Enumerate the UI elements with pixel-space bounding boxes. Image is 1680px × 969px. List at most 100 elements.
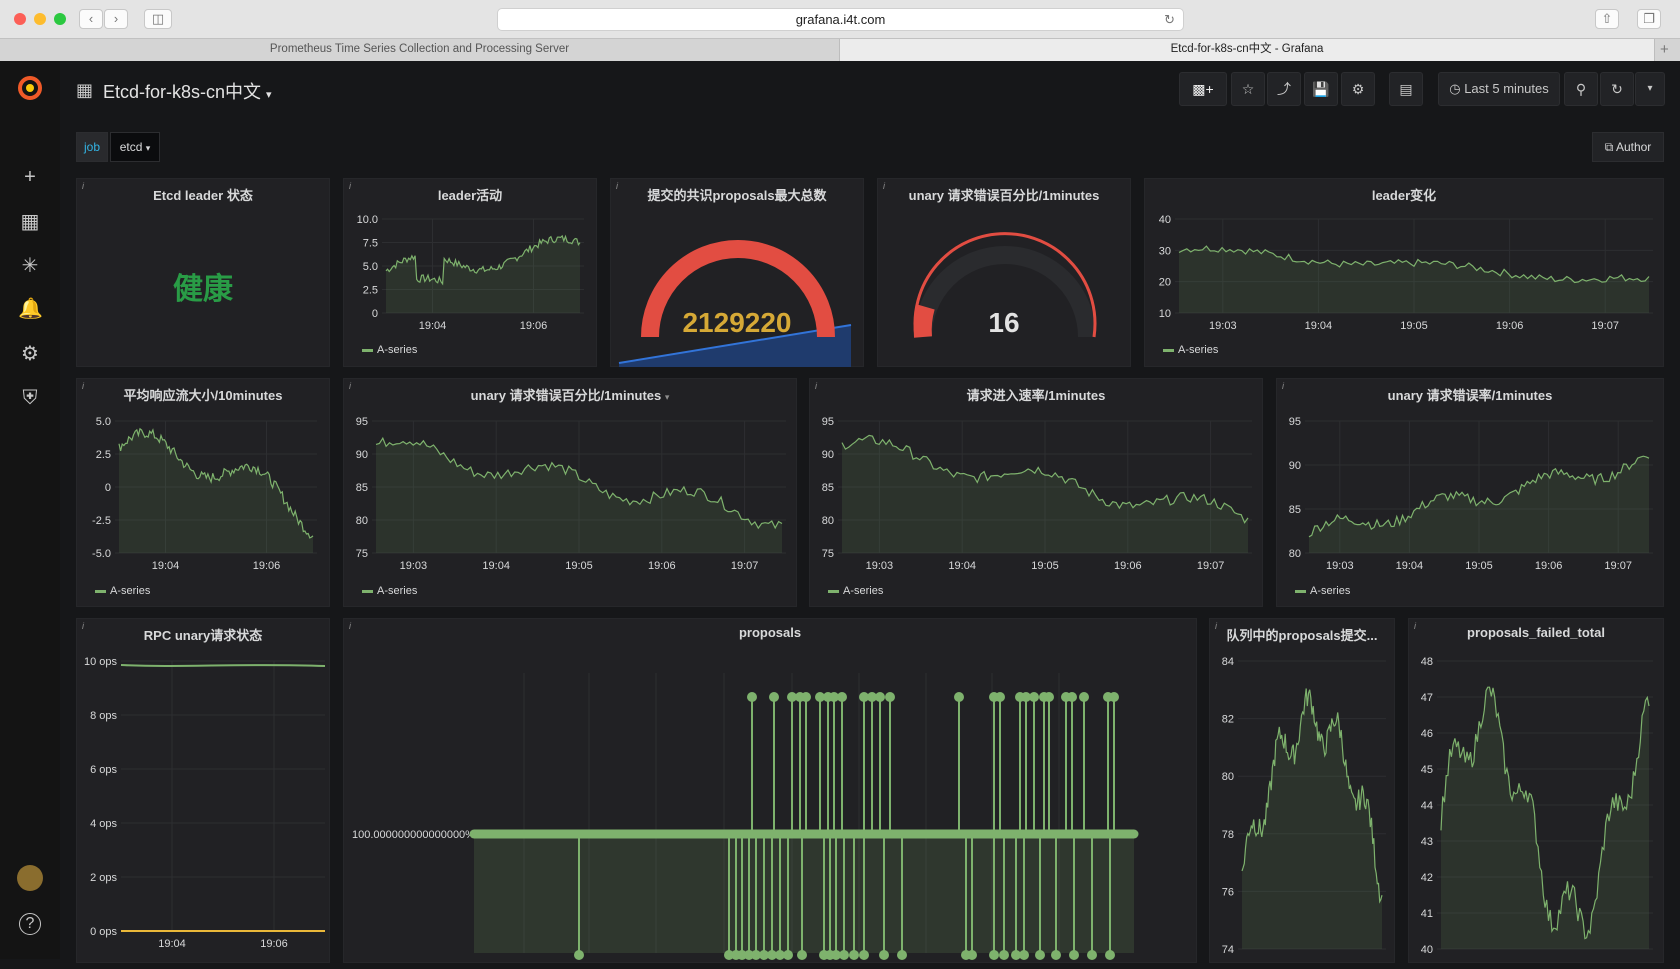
request-in-rate-chart: 95 90 85 80 75 19:03 19:04 19:05 19:06 19:07	[822, 416, 1252, 572]
data-point	[769, 692, 779, 702]
settings-gear-icon[interactable]: ⚙	[1341, 72, 1375, 106]
y-tick-label: 5.0	[363, 261, 378, 273]
panel-title: 请求进入速率/1minutes	[966, 388, 1106, 403]
panel-title: 队列中的proposals提交...	[1226, 628, 1378, 643]
tab-grafana[interactable]: Etcd-for-k8s-cn中文 - Grafana	[840, 39, 1655, 61]
series-line	[120, 664, 326, 667]
x-tick-label: 19:03	[400, 560, 428, 572]
panel-title: RPC unary请求状态	[143, 628, 263, 643]
x-tick-label: 19:06	[253, 560, 281, 572]
x-tick-label: 19:07	[1197, 560, 1225, 572]
x-tick-label: 19:05	[1465, 560, 1493, 572]
panel-unary-error-pct[interactable]: i unary 请求错误百分比/1minutes ▾ 95 90 85 80 75 19:…	[343, 378, 797, 607]
legend-item[interactable]: A-series	[828, 585, 883, 597]
panel-leader-status[interactable]: i Etcd leader 状态 健康	[76, 178, 330, 367]
data-point	[1029, 692, 1039, 702]
dashboard-title[interactable]: Etcd-for-k8s-cn中文 ▾	[103, 78, 272, 104]
tab-prometheus[interactable]: Prometheus Time Series Collection and Pr…	[0, 39, 840, 61]
x-tick-label: 19:03	[866, 560, 894, 572]
y-tick-label: 75	[356, 548, 368, 560]
legend-item[interactable]: A-series	[362, 585, 417, 597]
dashboards-icon[interactable]: ▦	[18, 210, 42, 234]
y-tick-label: 10.0	[357, 214, 378, 226]
y-tick-label: 90	[356, 449, 368, 461]
y-tick-label: 40	[1159, 214, 1171, 226]
gauge-value: 16	[988, 307, 1020, 338]
panel-proposals-failed[interactable]: i proposals_failed_total 48 47 46 45 44 43 42 4…	[1408, 618, 1664, 963]
y-tick-label: 20	[1159, 277, 1171, 289]
sidebar: + ▦ ✳ 🔔 ⚙ ⛨ ?	[0, 61, 60, 959]
minimize-window-button[interactable]	[34, 13, 46, 25]
legend-item[interactable]: A-series	[95, 585, 150, 597]
maximize-window-button[interactable]	[54, 13, 66, 25]
panel-title: leader活动	[437, 188, 503, 203]
panel-unary-error-rate[interactable]: i unary 请求错误率/1minutes 95 90 85 80 19:03 19:0…	[1276, 378, 1664, 607]
panel-leader-change[interactable]: leader变化 40 30 20 10 19:03 19:04 19:05 19:06 19:…	[1144, 178, 1664, 367]
legend-item[interactable]: A-series	[1163, 344, 1218, 356]
variable-select[interactable]: etcd ▾	[110, 132, 160, 162]
author-link[interactable]: ⧉ Author	[1592, 132, 1664, 162]
y-tick-label: 90	[1289, 460, 1301, 472]
panel-proposals-max[interactable]: i 提交的共识proposals最大总数 2129220	[610, 178, 864, 367]
tv-mode-icon[interactable]: ▤	[1389, 72, 1423, 106]
y-tick-label: 95	[356, 416, 368, 428]
back-button[interactable]: ‹	[79, 9, 103, 29]
shield-icon[interactable]: ⛨	[18, 386, 42, 410]
panel-unary-error-gauge[interactable]: i unary 请求错误百分比/1minutes 16	[877, 178, 1131, 367]
share-dashboard-icon[interactable]: ⤴	[1267, 72, 1301, 106]
create-icon[interactable]: +	[18, 165, 42, 189]
y-tick-label: 2 ops	[90, 872, 117, 884]
x-tick-label: 19:04	[419, 320, 447, 332]
refresh-icon[interactable]: ↻	[1600, 72, 1634, 106]
panel-request-in-rate[interactable]: i 请求进入速率/1minutes 95 90 85 80 75 19:03 19:04 19…	[809, 378, 1263, 607]
y-tick-label: 76	[1222, 886, 1234, 898]
configuration-gear-icon[interactable]: ⚙	[18, 342, 42, 366]
legend-item[interactable]: A-series	[362, 344, 417, 356]
y-tick-label: 0	[372, 308, 378, 320]
address-bar[interactable]: grafana.i4t.com ↻	[497, 8, 1184, 31]
refresh-interval-chevron-icon[interactable]: ▾	[1635, 72, 1665, 106]
panel-avg-response-stream[interactable]: i 平均响应流大小/10minutes 5.0 2.5 0 -2.5 -5.0 19:04…	[76, 378, 330, 607]
panel-title: unary 请求错误百分比/1minutes	[908, 188, 1100, 203]
panel-queue-proposals[interactable]: i 队列中的proposals提交... 84 82 80 78 76 74	[1209, 618, 1395, 963]
time-range-picker[interactable]: ◷ Last 5 minutes	[1438, 72, 1560, 106]
panel-proposals[interactable]: i proposals 100.000000000000000%	[343, 618, 1197, 963]
series-area	[1441, 687, 1649, 949]
close-window-button[interactable]	[14, 13, 26, 25]
y-tick-label: 95	[1289, 416, 1301, 428]
panel-leader-activity[interactable]: i leader活动 10.0 7.5 5.0 2.5 0 19:04 19:06 A-se…	[343, 178, 597, 367]
share-icon[interactable]: ⇧	[1595, 9, 1619, 29]
grafana-logo-icon[interactable]	[15, 73, 45, 103]
star-icon[interactable]: ☆	[1231, 72, 1265, 106]
help-icon[interactable]: ?	[19, 913, 41, 935]
reload-icon[interactable]: ↻	[1164, 9, 1175, 31]
panel-rpc-unary[interactable]: i RPC unary请求状态 10 ops 8 ops 6 ops 4 ops 2 o…	[76, 618, 330, 963]
data-point	[1079, 692, 1089, 702]
y-tick-label: 30	[1159, 245, 1171, 257]
save-icon[interactable]: 💾	[1304, 72, 1338, 106]
legend-swatch	[95, 589, 106, 593]
avatar[interactable]	[17, 865, 43, 891]
x-tick-label: 19:04	[1396, 560, 1424, 572]
panel-title: proposals	[738, 625, 802, 640]
data-point	[1067, 692, 1077, 702]
sidebar-toggle-icon[interactable]: ◫	[144, 9, 172, 29]
y-tick-label: 85	[1289, 504, 1301, 516]
unary-error-pct-chart: 95 90 85 80 75 19:03 19:04 19:05 19:06 19:07	[356, 416, 786, 572]
y-tick-label: 4 ops	[90, 818, 117, 830]
y-tick-label: 90	[822, 449, 834, 461]
forward-button[interactable]: ›	[104, 9, 128, 29]
legend-item[interactable]: A-series	[1295, 585, 1350, 597]
x-tick-label: 19:06	[1496, 320, 1524, 332]
legend-swatch	[1163, 348, 1174, 352]
y-tick-label: 95	[822, 416, 834, 428]
alerting-bell-icon[interactable]: 🔔	[18, 297, 43, 321]
tabs-overview-icon[interactable]: ❐	[1637, 9, 1661, 29]
zoom-out-icon[interactable]: ⚲	[1564, 72, 1598, 106]
explore-icon[interactable]: ✳	[18, 254, 42, 278]
new-tab-icon[interactable]: +	[1660, 39, 1669, 60]
legend-swatch	[1295, 589, 1306, 593]
add-panel-icon[interactable]: ▩+	[1179, 72, 1227, 106]
y-tick-label: 6 ops	[90, 764, 117, 776]
panel-menu-chevron-icon[interactable]: ▾	[665, 392, 670, 402]
